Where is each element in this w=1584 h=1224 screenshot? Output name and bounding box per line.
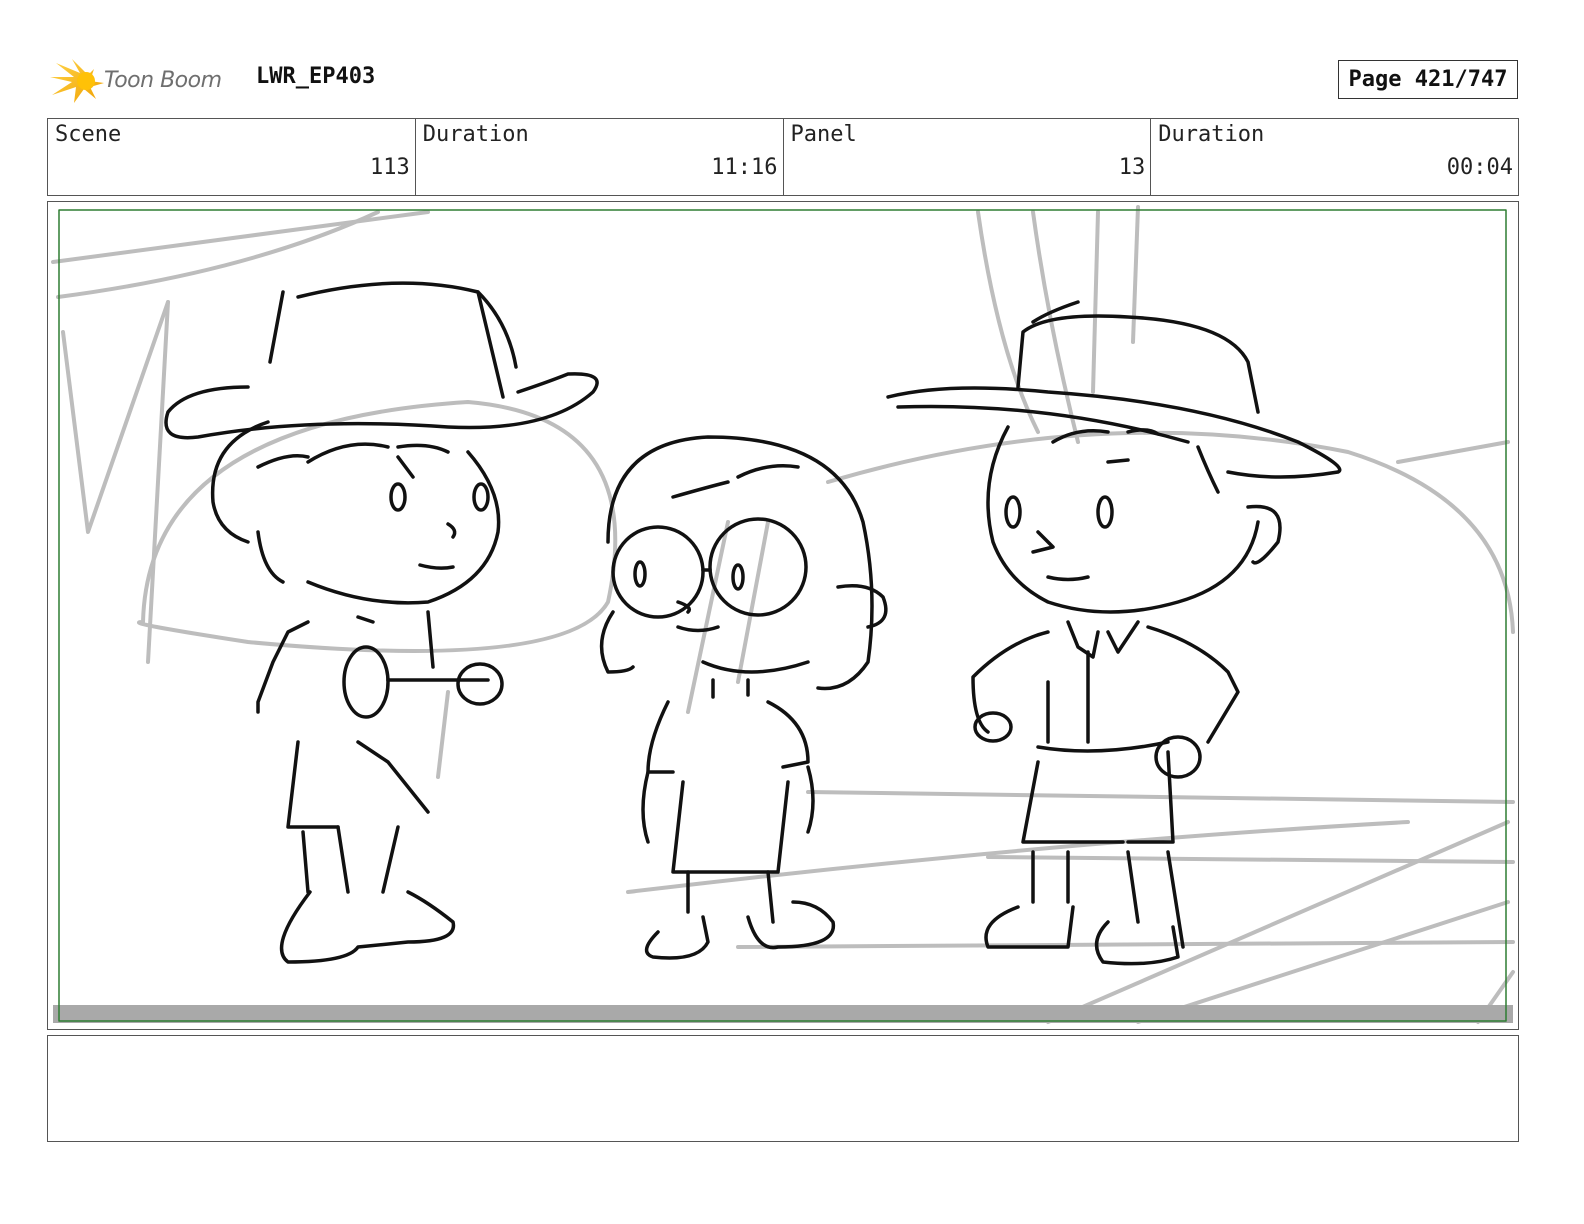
panel-value: 13 <box>1118 155 1146 180</box>
panel-duration-label: Duration <box>1158 122 1265 147</box>
scene-label: Scene <box>55 122 122 147</box>
scene-duration-label: Duration <box>422 122 529 147</box>
logo-text: Toon Boom <box>104 68 222 93</box>
left-child-sketch <box>164 281 599 964</box>
project-title: LWR_EP403 <box>256 64 376 89</box>
right-child-sketch <box>886 300 1342 966</box>
scene-cell: Scene 113 <box>48 119 416 195</box>
panel-duration-cell: Duration 00:04 <box>1151 119 1518 195</box>
storyboard-panel <box>47 201 1519 1030</box>
panel-label: Panel <box>790 122 857 147</box>
panel-cell: Panel 13 <box>784 119 1152 195</box>
panel-notes-box <box>47 1035 1519 1142</box>
page-counter: Page 421/747 <box>1338 60 1518 99</box>
panel-duration-value: 00:04 <box>1446 155 1513 180</box>
scene-duration-value: 11:16 <box>711 155 778 180</box>
toon-boom-logo: Toon Boom <box>50 55 240 107</box>
scene-value: 113 <box>370 155 410 180</box>
toon-boom-star-icon <box>50 59 104 103</box>
scene-duration-cell: Duration 11:16 <box>416 119 784 195</box>
scene-info-table: Scene 113 Duration 11:16 Panel 13 Durati… <box>47 118 1519 196</box>
panel-sketch <box>51 205 1515 1024</box>
rough-background <box>51 205 1515 1024</box>
